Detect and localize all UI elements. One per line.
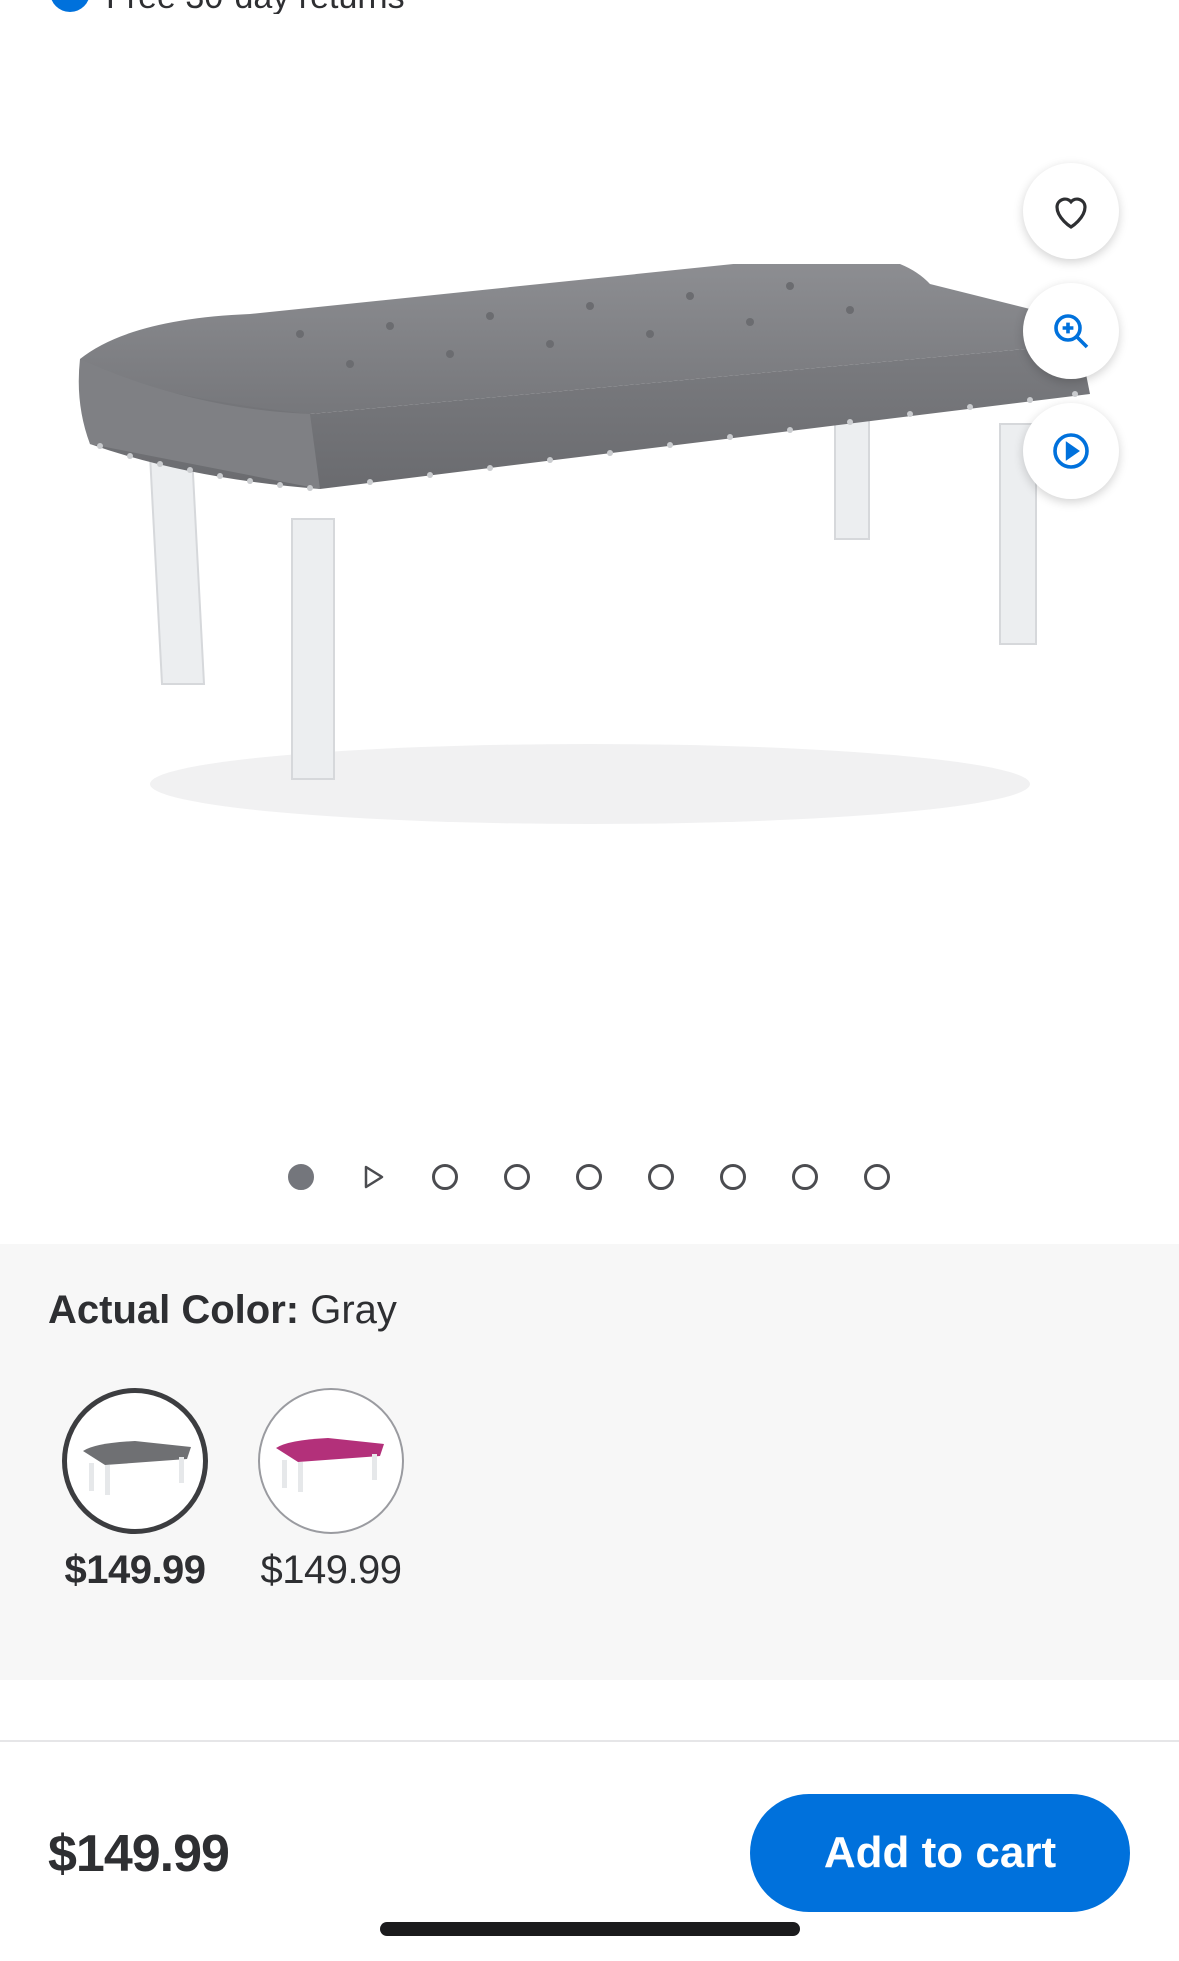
sticky-cart-bar: $149.99 Add to cart <box>0 1740 1179 1961</box>
swatch-gray[interactable] <box>62 1388 208 1534</box>
zoom-button[interactable] <box>1023 283 1119 379</box>
pagination-dot[interactable] <box>648 1164 674 1190</box>
swatch-pink-price: $149.99 <box>260 1548 402 1592</box>
pagination-dot[interactable] <box>288 1164 314 1190</box>
swatch-gray-image <box>83 1441 191 1495</box>
video-button[interactable] <box>1023 403 1119 499</box>
pagination-video-icon[interactable] <box>360 1164 386 1190</box>
swatch-pink[interactable] <box>258 1388 404 1534</box>
variant-selected-value: Gray <box>310 1288 397 1332</box>
variant-label-key: Actual Color: <box>48 1288 300 1332</box>
zoom-in-icon <box>1054 314 1089 349</box>
pagination-dot[interactable] <box>720 1164 746 1190</box>
swatch-gray-price: $149.99 <box>64 1548 206 1592</box>
current-price: $149.99 <box>48 1825 230 1883</box>
image-pagination <box>0 1164 1179 1194</box>
pagination-dot[interactable] <box>576 1164 602 1190</box>
product-image-gallery[interactable] <box>0 14 1179 1244</box>
home-indicator[interactable] <box>380 1922 800 1936</box>
swatch-pink-image <box>276 1438 384 1492</box>
product-image <box>78 264 1094 824</box>
pagination-dot[interactable] <box>432 1164 458 1190</box>
variant-label: Actual Color: Gray <box>48 1288 397 1333</box>
play-circle-icon <box>1053 433 1089 469</box>
returns-text: Free 30-day returns <box>106 0 405 14</box>
favorite-button[interactable] <box>1023 163 1119 259</box>
add-to-cart-button[interactable]: Add to cart <box>750 1794 1130 1912</box>
color-variant-panel: Actual Color: Gray $149.99 $149.99 <box>0 1244 1179 1680</box>
returns-icon <box>50 0 90 12</box>
heart-icon <box>1055 197 1087 229</box>
returns-banner: Free 30-day returns <box>0 0 1179 14</box>
pagination-dot[interactable] <box>792 1164 818 1190</box>
pagination-dot[interactable] <box>864 1164 890 1190</box>
pagination-dot[interactable] <box>504 1164 530 1190</box>
